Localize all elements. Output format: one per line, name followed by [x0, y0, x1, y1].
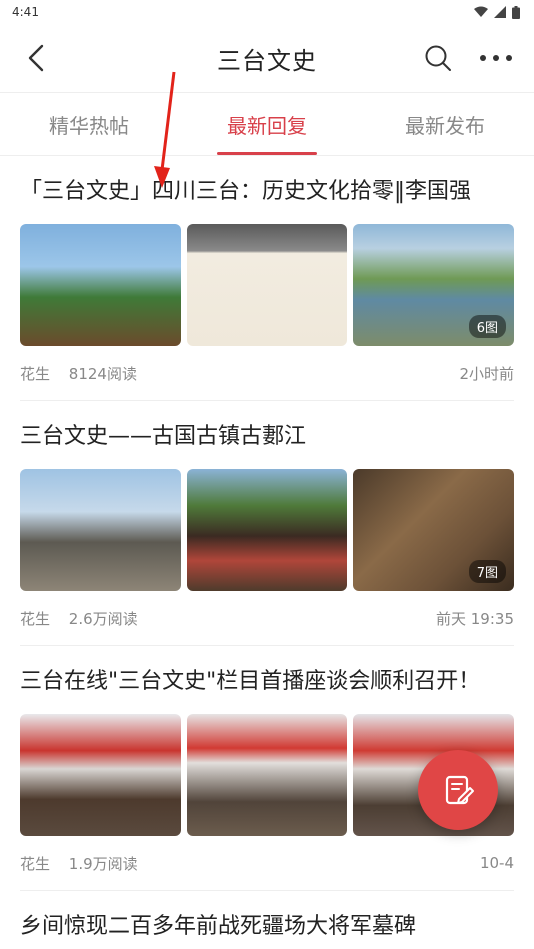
post-images: 6图 — [20, 224, 515, 346]
status-time: 4:41 — [12, 5, 39, 19]
tab-latest-replies[interactable]: 最新回复 — [178, 93, 356, 155]
top-bar: 三台文史 — [0, 24, 534, 92]
post-author: 花生 — [20, 364, 51, 383]
post-meta-left: 花生 8124阅读 — [20, 363, 137, 384]
image-count-badge: 6图 — [468, 315, 507, 338]
battery-icon — [512, 5, 520, 19]
post-author: 花生 — [20, 609, 51, 628]
post-image[interactable] — [186, 224, 348, 346]
wifi-icon — [474, 6, 488, 17]
more-dot — [493, 55, 499, 61]
compose-button[interactable] — [418, 750, 498, 830]
post-time: 10-4 — [479, 854, 514, 872]
post-image[interactable] — [20, 224, 181, 346]
post-author: 花生 — [20, 854, 51, 873]
more-dot — [506, 55, 512, 61]
post-meta: 花生 8124阅读 2小时前 — [20, 346, 514, 400]
image-count-badge: 7图 — [468, 560, 507, 583]
post-title[interactable]: 三台文史——古国古镇古郪江 — [20, 421, 514, 453]
post-image[interactable]: 6图 — [353, 224, 515, 346]
status-icons — [474, 5, 520, 19]
post-item[interactable]: 「三台文史」四川三台：历史文化拾零‖李国强 6图 花生 8124阅读 2小时前 — [20, 156, 515, 401]
post-image[interactable] — [186, 469, 348, 591]
post-time: 2小时前 — [459, 364, 514, 383]
search-icon[interactable] — [424, 44, 452, 72]
post-meta-left: 花生 2.6万阅读 — [20, 608, 138, 629]
page-title: 三台文史 — [217, 46, 317, 75]
more-icon[interactable] — [476, 46, 516, 70]
post-title[interactable]: 「三台文史」四川三台：历史文化拾零‖李国强 — [20, 176, 514, 208]
post-image[interactable] — [20, 714, 181, 836]
tab-bar: 精华热帖 最新回复 最新发布 — [0, 92, 534, 156]
post-reads: 8124阅读 — [68, 364, 137, 383]
signal-icon — [494, 6, 506, 18]
post-reads: 2.6万阅读 — [68, 609, 138, 628]
post-image[interactable]: 7图 — [353, 469, 515, 591]
post-item[interactable]: 三台文史——古国古镇古郪江 7图 花生 2.6万阅读 前天 19:35 — [20, 401, 515, 646]
back-arrow-icon[interactable] — [22, 42, 54, 74]
post-time: 前天 19:35 — [436, 609, 514, 628]
post-image[interactable] — [20, 469, 181, 591]
post-image[interactable] — [186, 714, 348, 836]
post-meta-left: 花生 1.9万阅读 — [20, 853, 138, 874]
tab-featured[interactable]: 精华热帖 — [0, 93, 178, 155]
more-dot — [480, 55, 486, 61]
post-title[interactable]: 乡间惊现二百多年前战死疆场大将军墓碑 — [20, 911, 514, 943]
post-meta: 花生 1.9万阅读 10-4 — [20, 836, 514, 890]
post-item[interactable]: 乡间惊现二百多年前战死疆场大将军墓碑 — [20, 891, 514, 943]
post-images: 7图 — [20, 469, 515, 591]
post-reads: 1.9万阅读 — [68, 854, 138, 873]
post-title[interactable]: 三台在线"三台文史"栏目首播座谈会顺利召开！ — [20, 666, 514, 698]
status-bar: 4:41 — [0, 0, 534, 24]
post-meta: 花生 2.6万阅读 前天 19:35 — [20, 591, 514, 645]
edit-icon — [445, 775, 474, 805]
tab-latest-posts[interactable]: 最新发布 — [356, 93, 534, 155]
